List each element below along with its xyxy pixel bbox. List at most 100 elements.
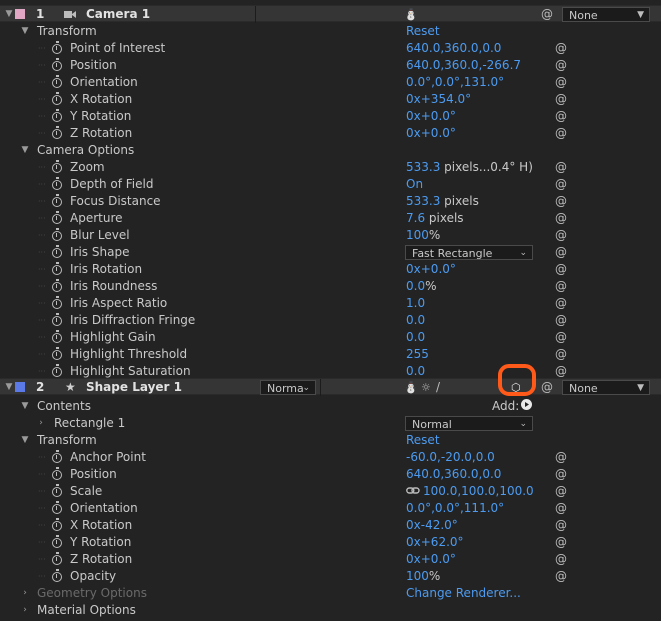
group-collapse-caret[interactable]: ›	[19, 602, 31, 619]
stopwatch-icon[interactable]	[52, 262, 62, 275]
blend-mode-dropdown[interactable]: Norma ⌄	[260, 380, 316, 395]
stopwatch-icon[interactable]	[52, 313, 62, 326]
property-value[interactable]: 255	[406, 347, 429, 361]
property-value[interactable]: 0.0°,0.0°,131.0°	[406, 75, 504, 89]
expression-pickwhip-icon[interactable]: @	[555, 466, 567, 483]
expression-pickwhip-icon[interactable]: @	[555, 210, 567, 227]
expression-pickwhip-icon[interactable]: @	[555, 517, 567, 534]
property-value[interactable]: 0.0	[406, 364, 425, 378]
stopwatch-icon[interactable]	[52, 484, 62, 497]
property-value[interactable]: 640.0,360.0,0.0	[406, 467, 501, 481]
property-row[interactable]: ··· Z Rotation 0x+0.0° @	[0, 551, 661, 568]
property-revolutions[interactable]: 0x	[406, 552, 421, 566]
stopwatch-icon[interactable]	[52, 177, 62, 190]
stopwatch-icon[interactable]	[52, 279, 62, 292]
property-row[interactable]: ··· Point of Interest 640.0,360.0,0.0 @	[0, 40, 661, 57]
property-row[interactable]: ··· Orientation 0.0°,0.0°,131.0° @	[0, 74, 661, 91]
constrain-proportions-link-icon[interactable]	[406, 484, 423, 498]
property-row[interactable]: ··· Y Rotation 0x+0.0° @	[0, 108, 661, 125]
stopwatch-icon[interactable]	[52, 364, 62, 377]
blend-mode-dropdown[interactable]: Normal ⌄	[405, 416, 533, 431]
group-collapse-caret[interactable]: ›	[35, 415, 47, 432]
stopwatch-icon[interactable]	[52, 126, 62, 139]
expression-pickwhip-icon[interactable]: @	[555, 551, 567, 568]
stopwatch-icon[interactable]	[52, 467, 62, 480]
property-revolutions[interactable]: 0x	[406, 109, 421, 123]
stopwatch-icon[interactable]	[52, 58, 62, 71]
expression-pickwhip-icon[interactable]: @	[555, 312, 567, 329]
property-value[interactable]: +62.0°	[421, 535, 464, 549]
expression-pickwhip-icon[interactable]: @	[555, 40, 567, 57]
property-row[interactable]: ··· Scale 100.0,100.0,100.0 @	[0, 483, 661, 500]
change-renderer-link[interactable]: Change Renderer...	[406, 585, 521, 602]
camera-layer-row[interactable]: ▼ 1 Camera 1 ⛄ @ None ▼	[0, 5, 661, 23]
property-value[interactable]: -60.0,-20.0,0.0	[406, 450, 495, 464]
property-row[interactable]: ··· Highlight Gain 0.0 @	[0, 329, 661, 346]
expression-pickwhip-icon[interactable]: @	[555, 176, 567, 193]
property-row[interactable]: ··· Iris Roundness 0.0% @	[0, 278, 661, 295]
shape-transform-group[interactable]: ▼ Transform Reset	[0, 432, 661, 449]
property-value[interactable]: 0.0	[406, 279, 425, 293]
property-row[interactable]: ··· Orientation 0.0°,0.0°,111.0° @	[0, 500, 661, 517]
geometry-options-group[interactable]: › Geometry Options Change Renderer...	[0, 585, 661, 602]
layer-name[interactable]: Camera 1	[86, 6, 150, 23]
property-row[interactable]: ··· Z Rotation 0x+0.0° @	[0, 125, 661, 142]
stopwatch-icon[interactable]	[52, 535, 62, 548]
property-value[interactable]: 640.0,360.0,0.0	[406, 41, 501, 55]
camera-transform-group[interactable]: ▼ Transform Reset	[0, 23, 661, 40]
stopwatch-icon[interactable]	[52, 347, 62, 360]
property-dropdown[interactable]: Fast Rectangle ⌄	[405, 245, 533, 260]
property-row[interactable]: ··· Aperture 7.6 pixels @	[0, 210, 661, 227]
expression-pickwhip-icon[interactable]: @	[555, 483, 567, 500]
parent-dropdown[interactable]: None ▼	[562, 380, 650, 395]
property-row[interactable]: ··· X Rotation 0x+354.0° @	[0, 91, 661, 108]
stopwatch-icon[interactable]	[52, 228, 62, 241]
expression-pickwhip-icon[interactable]: @	[555, 159, 567, 176]
property-value[interactable]: -42.0°	[421, 518, 458, 532]
property-value[interactable]: On	[406, 177, 423, 191]
expression-pickwhip-icon[interactable]: @	[555, 278, 567, 295]
camera-options-group[interactable]: ▼ Camera Options	[0, 142, 661, 159]
stopwatch-icon[interactable]	[52, 92, 62, 105]
layer-name[interactable]: Shape Layer 1	[86, 379, 182, 396]
property-row[interactable]: ··· Iris Shape Fast Rectangle ⌄ @	[0, 244, 661, 261]
parent-pickwhip-icon[interactable]: @	[541, 6, 553, 23]
property-revolutions[interactable]: 0x	[406, 262, 421, 276]
property-value[interactable]: +0.0°	[421, 552, 456, 566]
quality-slash-icon[interactable]: /	[436, 379, 440, 396]
expression-pickwhip-icon[interactable]: @	[555, 57, 567, 74]
property-value[interactable]: 533.3	[406, 194, 440, 208]
property-row[interactable]: ··· Iris Diffraction Fringe 0.0 @	[0, 312, 661, 329]
property-row[interactable]: ··· Y Rotation 0x+62.0° @	[0, 534, 661, 551]
parent-dropdown[interactable]: None ▼	[562, 7, 650, 22]
stopwatch-icon[interactable]	[52, 109, 62, 122]
stopwatch-icon[interactable]	[52, 450, 62, 463]
shy-switch-icon[interactable]: ⛄	[404, 6, 418, 23]
property-row[interactable]: ··· X Rotation 0x-42.0° @	[0, 517, 661, 534]
group-expand-caret[interactable]: ▼	[19, 432, 31, 449]
stopwatch-icon[interactable]	[52, 296, 62, 309]
reset-link[interactable]: Reset	[406, 432, 440, 449]
property-row[interactable]: ··· Iris Aspect Ratio 1.0 @	[0, 295, 661, 312]
property-value[interactable]: +0.0°	[421, 109, 456, 123]
property-value[interactable]: 100	[406, 228, 429, 242]
stopwatch-icon[interactable]	[52, 160, 62, 173]
expression-pickwhip-icon[interactable]: @	[555, 244, 567, 261]
property-value[interactable]: 640.0,360.0,-266.7	[406, 58, 521, 72]
stopwatch-icon[interactable]	[52, 330, 62, 343]
stopwatch-icon[interactable]	[52, 41, 62, 54]
label-color-swatch[interactable]	[15, 9, 25, 19]
property-value[interactable]: +354.0°	[421, 92, 471, 106]
property-row[interactable]: ··· Iris Rotation 0x+0.0° @	[0, 261, 661, 278]
property-row[interactable]: ··· Zoom 533.3 pixels...0.4° H) @	[0, 159, 661, 176]
contents-group[interactable]: ▼ Contents Add:	[0, 398, 661, 415]
stopwatch-icon[interactable]	[52, 518, 62, 531]
material-options-group[interactable]: › Material Options	[0, 602, 661, 619]
group-collapse-caret[interactable]: ›	[19, 585, 31, 602]
expression-pickwhip-icon[interactable]: @	[555, 74, 567, 91]
stopwatch-icon[interactable]	[52, 75, 62, 88]
property-row[interactable]: ··· Anchor Point -60.0,-20.0,0.0 @	[0, 449, 661, 466]
property-value[interactable]: 0.0°,0.0°,111.0°	[406, 501, 504, 515]
property-value[interactable]: 100.0,100.0,100.0	[423, 484, 534, 498]
property-revolutions[interactable]: 0x	[406, 126, 421, 140]
